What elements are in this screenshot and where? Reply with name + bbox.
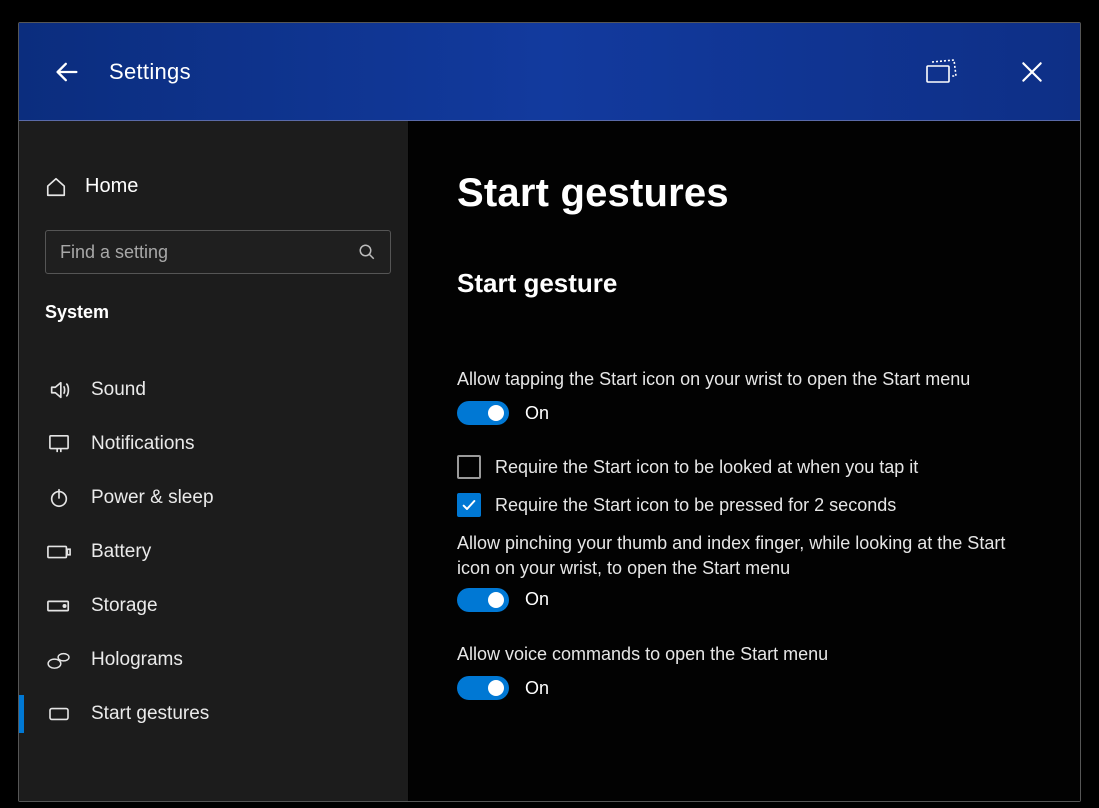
- sidebar-home-label: Home: [85, 175, 138, 198]
- page-title: Start gestures: [457, 171, 1032, 216]
- sidebar-item-label: Power & sleep: [91, 487, 214, 509]
- search-icon: [358, 243, 376, 261]
- app-title: Settings: [109, 59, 191, 85]
- battery-icon: [47, 544, 71, 560]
- sidebar-item-label: Start gestures: [91, 703, 209, 725]
- setting-label: Allow pinching your thumb and index fing…: [457, 531, 1017, 580]
- notifications-icon: [47, 434, 71, 454]
- toggle-pinch[interactable]: [457, 588, 509, 612]
- checkbox-label: Require the Start icon to be pressed for…: [495, 494, 896, 517]
- follow-me-button[interactable]: [922, 52, 962, 92]
- checkbox-box: [457, 493, 481, 517]
- back-button[interactable]: [47, 52, 87, 92]
- sound-icon: [47, 379, 71, 401]
- search-box[interactable]: [45, 230, 391, 274]
- setting-pinch: Allow pinching your thumb and index fing…: [457, 531, 1017, 612]
- toggle-tap-start[interactable]: [457, 401, 509, 425]
- section-title: Start gesture: [457, 268, 1032, 299]
- storage-icon: [47, 599, 71, 613]
- sidebar-item-label: Battery: [91, 541, 151, 563]
- close-button[interactable]: [1012, 52, 1052, 92]
- sidebar-item-start-gestures[interactable]: Start gestures: [45, 687, 382, 741]
- sidebar-item-label: Notifications: [91, 433, 195, 455]
- checkbox-box: [457, 455, 481, 479]
- sidebar-item-notifications[interactable]: Notifications: [45, 417, 382, 471]
- toggle-voice[interactable]: [457, 676, 509, 700]
- arrow-left-icon: [53, 58, 81, 86]
- sidebar-item-label: Storage: [91, 595, 158, 617]
- sidebar-item-storage[interactable]: Storage: [45, 579, 382, 633]
- sidebar-item-sound[interactable]: Sound: [45, 363, 382, 417]
- start-gestures-icon: [47, 705, 71, 723]
- setting-label: Allow tapping the Start icon on your wri…: [457, 367, 1017, 391]
- setting-tap-start: Allow tapping the Start icon on your wri…: [457, 367, 1017, 425]
- checkbox-require-press[interactable]: Require the Start icon to be pressed for…: [457, 493, 1032, 517]
- titlebar: Settings: [19, 23, 1080, 121]
- toggle-state: On: [525, 403, 549, 424]
- sidebar-item-battery[interactable]: Battery: [45, 525, 382, 579]
- power-icon: [47, 487, 71, 509]
- setting-label: Allow voice commands to open the Start m…: [457, 642, 1017, 666]
- toggle-knob: [488, 592, 504, 608]
- toggle-knob: [488, 680, 504, 696]
- main-content: Start gestures Start gesture Allow tappi…: [409, 121, 1080, 801]
- close-icon: [1019, 59, 1045, 85]
- search-input[interactable]: [60, 242, 358, 263]
- sidebar-item-label: Holograms: [91, 649, 183, 671]
- checkbox-label: Require the Start icon to be looked at w…: [495, 456, 918, 479]
- sidebar: Home System Sound: [19, 121, 409, 801]
- checkbox-require-look[interactable]: Require the Start icon to be looked at w…: [457, 455, 1032, 479]
- sidebar-item-label: Sound: [91, 379, 146, 401]
- sidebar-home[interactable]: Home: [45, 171, 382, 202]
- toggle-state: On: [525, 589, 549, 610]
- home-icon: [45, 176, 67, 198]
- settings-window: Settings Home: [18, 22, 1081, 802]
- sidebar-category: System: [45, 302, 382, 323]
- slate-icon: [925, 58, 959, 86]
- sidebar-nav: Sound Notifications Power & sleep: [45, 363, 382, 741]
- sidebar-item-power-sleep[interactable]: Power & sleep: [45, 471, 382, 525]
- holograms-icon: [47, 650, 71, 670]
- toggle-state: On: [525, 678, 549, 699]
- sidebar-item-holograms[interactable]: Holograms: [45, 633, 382, 687]
- toggle-knob: [488, 405, 504, 421]
- setting-voice: Allow voice commands to open the Start m…: [457, 642, 1017, 700]
